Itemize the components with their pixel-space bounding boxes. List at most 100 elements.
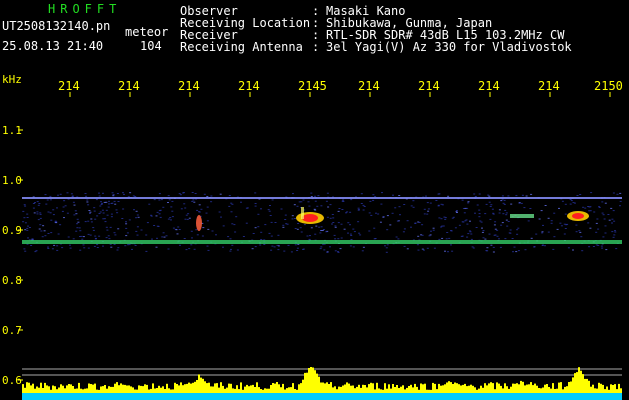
- noise-speck: [114, 203, 117, 205]
- noise-speck: [435, 200, 438, 201]
- noise-speck: [516, 229, 519, 231]
- noise-speck: [482, 237, 485, 239]
- noise-speck: [31, 238, 34, 240]
- noise-speck: [34, 251, 37, 253]
- noise-speck: [41, 236, 44, 238]
- histogram-bar: [604, 389, 606, 393]
- histogram-bar: [392, 384, 394, 393]
- noise-speck: [268, 232, 271, 234]
- histogram-bar: [96, 389, 98, 393]
- noise-speck: [523, 207, 526, 209]
- noise-speck: [133, 209, 135, 211]
- histogram-bar: [592, 384, 594, 393]
- noise-speck: [331, 223, 333, 225]
- noise-speck: [94, 235, 97, 237]
- histogram-bar: [248, 386, 250, 393]
- histogram-bar: [446, 382, 448, 393]
- histogram-bar: [378, 388, 380, 393]
- noise-speck: [589, 227, 592, 229]
- noise-speck: [75, 230, 78, 232]
- noise-speck: [427, 210, 430, 212]
- histogram-bar: [496, 382, 498, 393]
- noise-speck: [98, 235, 101, 237]
- histogram-bar: [134, 389, 136, 393]
- noise-speck: [231, 223, 234, 225]
- noise-speck: [105, 226, 108, 228]
- noise-speck: [294, 244, 297, 246]
- histogram-bar: [222, 385, 224, 393]
- noise-speck: [520, 202, 523, 204]
- noise-speck: [438, 217, 441, 219]
- histogram-bar: [58, 387, 60, 393]
- noise-speck: [89, 212, 91, 214]
- noise-speck: [210, 201, 213, 203]
- noise-speck: [489, 218, 492, 220]
- noise-speck: [334, 226, 337, 228]
- noise-speck: [155, 215, 158, 217]
- noise-speck: [179, 244, 181, 246]
- histogram-bar: [136, 389, 138, 393]
- upper-band-edge: [22, 197, 622, 199]
- histogram-bar: [554, 389, 556, 393]
- noise-speck: [587, 222, 590, 224]
- histogram-bar: [334, 386, 336, 393]
- histogram-bar: [552, 383, 554, 393]
- noise-speck: [23, 217, 26, 219]
- noise-speck: [35, 250, 38, 252]
- noise-speck: [87, 247, 90, 249]
- histogram-bar: [384, 383, 386, 393]
- noise-speck: [429, 234, 432, 236]
- noise-speck: [377, 213, 380, 215]
- noise-speck: [471, 246, 474, 248]
- noise-speck: [59, 224, 62, 226]
- noise-speck: [353, 231, 356, 233]
- histogram-bar: [338, 386, 340, 393]
- noise-speck: [153, 225, 156, 226]
- noise-speck: [350, 199, 353, 201]
- noise-speck: [504, 238, 507, 240]
- histogram-bar: [516, 383, 518, 393]
- noise-speck: [392, 194, 394, 196]
- histogram-bar: [504, 383, 506, 393]
- noise-speck: [432, 227, 435, 229]
- noise-speck: [45, 203, 48, 205]
- noise-speck: [231, 244, 234, 246]
- noise-speck: [116, 193, 119, 194]
- noise-speck: [579, 231, 582, 233]
- noise-speck: [296, 205, 299, 207]
- histogram-bar: [112, 386, 114, 393]
- histogram-bar: [442, 385, 444, 393]
- noise-speck: [158, 193, 161, 195]
- histogram-bar: [590, 386, 592, 393]
- noise-speck: [206, 196, 209, 197]
- noise-speck: [482, 230, 485, 232]
- histogram-bar: [174, 382, 176, 393]
- histogram-bar: [506, 386, 508, 393]
- noise-speck: [310, 227, 313, 229]
- histogram-bar: [322, 382, 324, 393]
- noise-speck: [389, 224, 392, 226]
- noise-speck: [320, 230, 323, 231]
- noise-speck: [47, 211, 50, 213]
- noise-speck: [320, 246, 323, 248]
- noise-speck: [135, 230, 138, 232]
- histogram-bar: [500, 385, 502, 393]
- noise-speck: [370, 214, 373, 216]
- noise-speck: [612, 236, 615, 238]
- noise-speck: [570, 200, 573, 202]
- noise-speck: [615, 248, 618, 250]
- y-tick-marks: [18, 129, 23, 381]
- noise-speck: [191, 237, 193, 239]
- noise-speck: [294, 218, 296, 219]
- histogram-bar: [88, 383, 90, 393]
- noise-speck: [529, 208, 532, 209]
- noise-speck: [264, 224, 267, 226]
- noise-speck: [456, 212, 458, 213]
- noise-speck: [222, 246, 224, 248]
- histogram-bar: [154, 388, 156, 393]
- histogram-bar: [122, 384, 124, 393]
- noise-speck: [63, 217, 65, 219]
- noise-speck: [596, 218, 599, 220]
- histogram-bar: [146, 384, 148, 393]
- noise-speck: [42, 225, 45, 227]
